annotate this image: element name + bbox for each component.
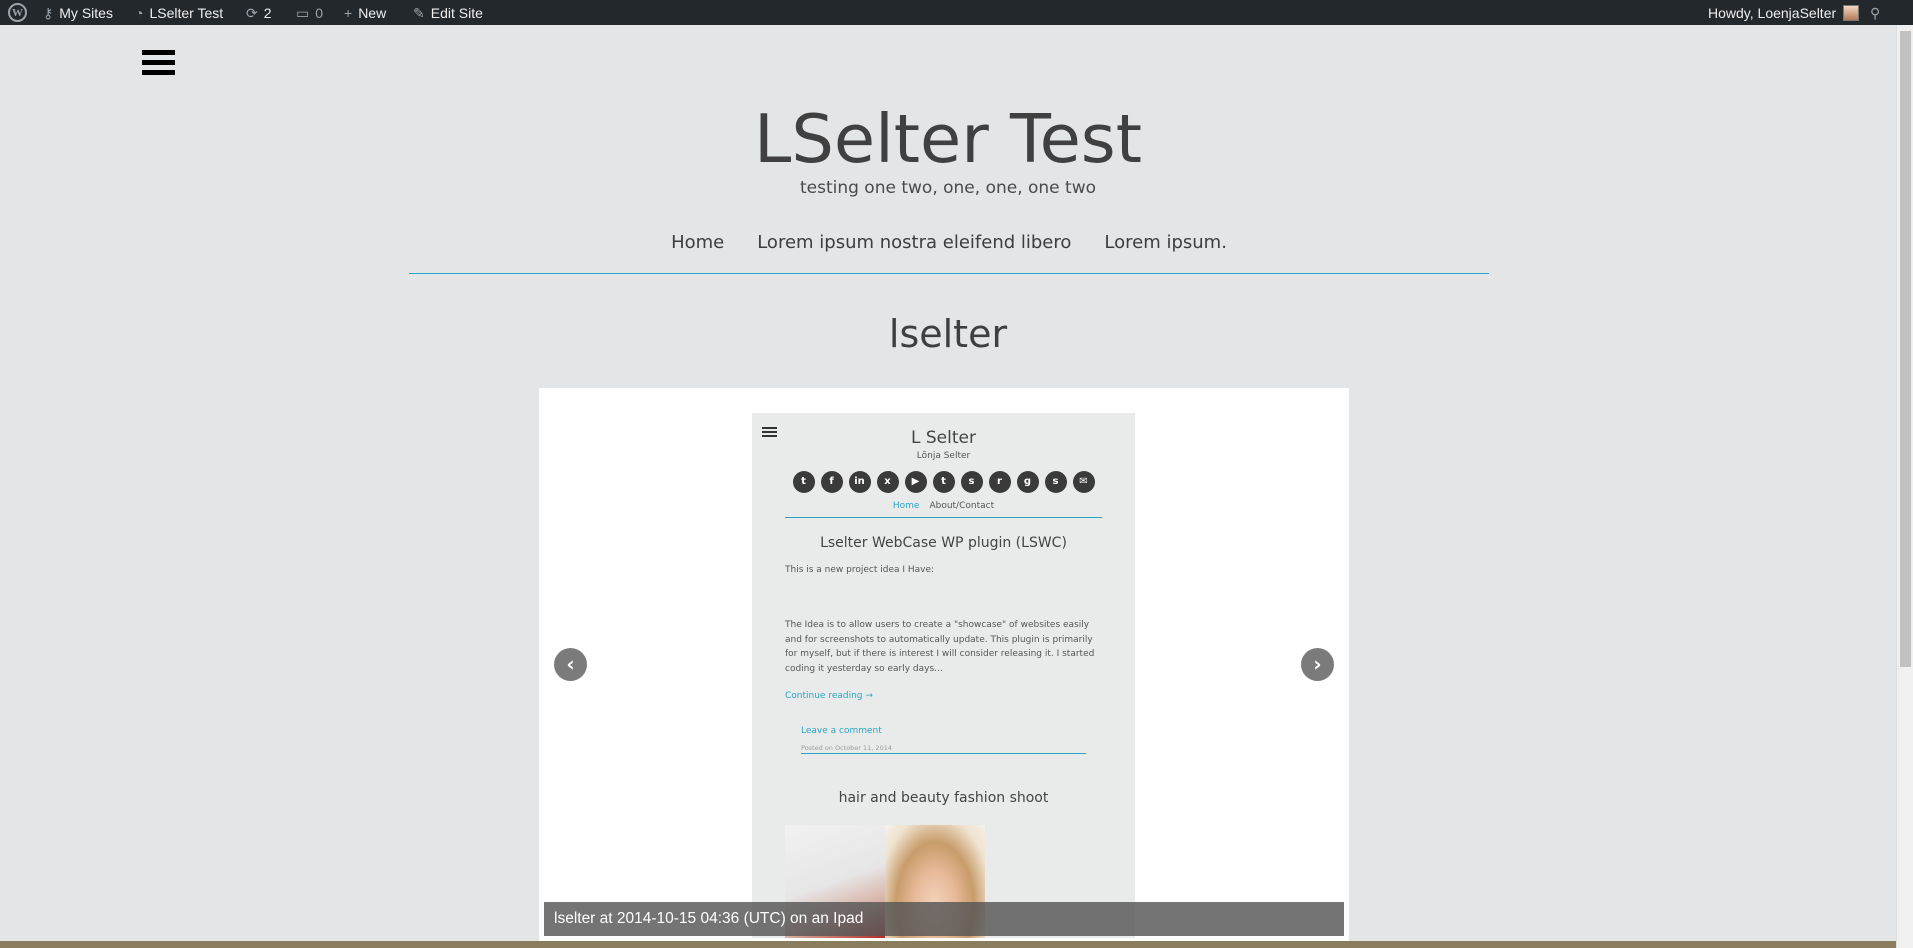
site-name-button[interactable]: ◔ LSelter Test — [135, 0, 223, 25]
page-scrollbar[interactable] — [1896, 25, 1913, 948]
plus-icon: + — [344, 4, 353, 21]
new-content-button[interactable]: + New — [344, 0, 386, 25]
screenshot-social-icons: t f in x ▶ t s r g s ✉ — [790, 471, 1097, 493]
my-sites-button[interactable]: ⚷ My Sites — [43, 0, 113, 25]
twitter-icon: t — [792, 471, 815, 493]
screenshot-nav-home: Home — [892, 501, 920, 511]
new-label: New — [358, 4, 387, 21]
reddit-icon: r — [988, 471, 1011, 493]
edit-site-button[interactable]: ✎ Edit Site — [413, 0, 483, 25]
site-tagline: testing one two, one, one, one two — [799, 178, 1097, 198]
xing-icon: x — [876, 471, 899, 493]
screenshot-nav-about: About/Contact — [929, 501, 995, 511]
edit-site-label: Edit Site — [430, 4, 483, 21]
dashboard-icon: ◔ — [135, 4, 144, 21]
updates-button[interactable]: ⟳ 2 — [246, 0, 272, 25]
screenshot-post2-title: hair and beauty fashion shoot — [838, 790, 1049, 806]
tumblr-icon: t — [932, 471, 955, 493]
hamburger-icon — [142, 50, 175, 55]
account-menu[interactable]: Howdy, LoenjaSelter — [1708, 0, 1860, 25]
github-icon: g — [1016, 471, 1039, 493]
screenshot-site-tagline: Lõnja Selter — [916, 451, 971, 461]
nav-item-lorem-ipsum[interactable]: Lorem ipsum. — [1104, 225, 1227, 273]
scrollbar-thumb[interactable] — [1900, 31, 1911, 667]
admin-bar: W ⚷ My Sites ◔ LSelter Test ⟳ 2 ▭ 0 + Ne… — [0, 0, 1913, 25]
taskbar-strip — [0, 941, 1896, 948]
screenshot-site-title: L Selter — [911, 428, 976, 448]
comments-count: 0 — [315, 4, 324, 21]
nav-item-lorem-ipsum-nostra[interactable]: Lorem ipsum nostra eleifend libero — [757, 225, 1071, 273]
slider-prev-button[interactable]: ‹ — [554, 648, 587, 681]
key-icon: ⚷ — [43, 4, 54, 21]
comments-button[interactable]: ▭ 0 — [296, 0, 323, 25]
screenshot-leave-comment: Leave a comment — [801, 726, 882, 736]
steam-icon: s — [1044, 471, 1067, 493]
updates-count: 2 — [263, 4, 272, 21]
site-title[interactable]: LSelter Test — [0, 100, 1896, 178]
slider-next-button[interactable]: › — [1301, 648, 1334, 681]
howdy-label: Howdy, LoenjaSelter — [1708, 4, 1837, 21]
search-icon: ⚲ — [1870, 4, 1881, 21]
comment-icon: ▭ — [296, 4, 310, 21]
linkedin-icon: in — [848, 471, 871, 493]
screenshot-posted-date: Posted on October 11, 2014 — [801, 744, 892, 752]
youtube-icon: ▶ — [904, 471, 927, 493]
page-title: lselter — [888, 312, 1008, 356]
wordpress-logo-button[interactable]: W — [8, 0, 27, 25]
avatar — [1843, 4, 1860, 21]
updates-icon: ⟳ — [246, 4, 258, 21]
screenshot-post-body: The Idea is to allow users to create a "… — [785, 620, 1095, 674]
admin-search-button[interactable]: ⚲ — [1870, 0, 1886, 25]
website-screenshot: L Selter Lõnja Selter t f in x ▶ t s r g s ✉ Home … — [752, 413, 1135, 938]
screenshot-post-meta: Leave a comment Posted on October 11, 20… — [801, 726, 1086, 754]
screenshot-continue-reading: Continue reading → — [785, 691, 873, 701]
facebook-icon: f — [820, 471, 843, 493]
screenshot-post-intro: This is a new project idea I Have: — [785, 565, 935, 575]
site-name-label: LSelter Test — [149, 4, 224, 21]
my-sites-label: My Sites — [59, 4, 113, 21]
pencil-icon: ✎ — [413, 4, 425, 21]
slide-caption: lselter at 2014-10-15 04:36 (UTC) on an … — [544, 902, 1344, 936]
stumbleupon-icon: s — [960, 471, 983, 493]
hamburger-menu-button[interactable] — [142, 50, 175, 78]
screenshot-navigation: Home About/Contact — [785, 501, 1102, 518]
screenshot-slider: L Selter Lõnja Selter t f in x ▶ t s r g s ✉ Home … — [539, 388, 1349, 941]
main-navigation: Home Lorem ipsum nostra eleifend libero … — [409, 225, 1489, 274]
screenshot-post-title: Lselter WebCase WP plugin (LSWC) — [820, 535, 1067, 551]
wordpress-icon: W — [8, 3, 27, 22]
nav-item-home[interactable]: Home — [671, 225, 724, 273]
email-icon: ✉ — [1072, 471, 1095, 493]
